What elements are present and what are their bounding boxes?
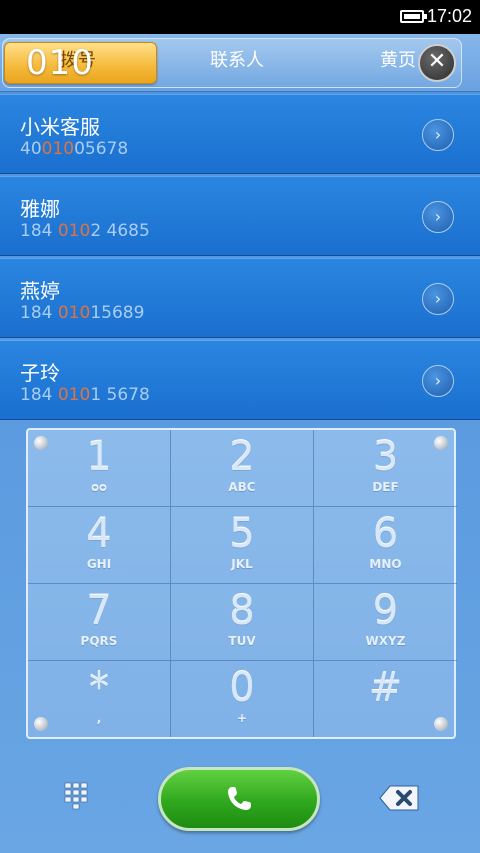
screw-decoration — [34, 717, 48, 731]
match-highlight: 010 — [57, 303, 91, 323]
dialpad-grid-icon — [64, 782, 88, 810]
key-5[interactable]: 5 JKL — [171, 507, 314, 584]
typed-number: 010 — [26, 43, 94, 83]
contact-name: 小米客服 — [20, 115, 100, 139]
tab-yellow-pages[interactable]: 黄页 — [380, 46, 416, 72]
screw-decoration — [434, 436, 448, 450]
dial-keypad: 1 ᴑᴑ 2 ABC 3 DEF 4 GHI 5 JKL 6 MNO 7 PQR… — [26, 428, 457, 739]
contact-row[interactable]: 燕婷 184 01015689 › — [0, 258, 480, 338]
match-highlight: 010 — [57, 385, 91, 405]
dialpad-toggle-button[interactable] — [62, 780, 94, 812]
key-0[interactable]: 0 + — [171, 661, 314, 737]
key-7[interactable]: 7 PQRS — [28, 584, 171, 661]
contact-number: 184 0101 5678 — [20, 385, 150, 405]
screw-decoration — [434, 717, 448, 731]
backspace-icon — [379, 785, 419, 811]
battery-icon — [400, 10, 427, 23]
contact-name: 雅娜 — [20, 197, 60, 221]
status-time: 17:02 — [426, 6, 472, 26]
clear-input-button[interactable]: ✕ — [418, 44, 456, 82]
backspace-button[interactable] — [378, 783, 422, 813]
key-9[interactable]: 9 WXYZ — [314, 584, 457, 661]
contact-row[interactable]: 雅娜 184 0102 4685 › — [0, 176, 480, 256]
chevron-right-icon[interactable]: › — [422, 365, 454, 397]
contact-row[interactable]: 小米客服 4001005678 › — [0, 94, 480, 174]
call-button[interactable] — [158, 767, 320, 831]
contact-number: 184 0102 4685 — [20, 221, 150, 241]
key-star[interactable]: * , — [28, 661, 171, 737]
tab-contacts[interactable]: 联系人 — [210, 46, 264, 72]
contact-number: 4001005678 — [20, 139, 129, 159]
match-highlight: 010 — [57, 221, 91, 241]
contact-list: 小米客服 4001005678 › 雅娜 184 0102 4685 › 燕婷 … — [0, 94, 480, 422]
chevron-right-icon[interactable]: › — [422, 119, 454, 151]
chevron-right-icon[interactable]: › — [422, 283, 454, 315]
key-2[interactable]: 2 ABC — [171, 430, 314, 507]
key-4[interactable]: 4 GHI — [28, 507, 171, 584]
match-highlight: 010 — [41, 139, 75, 159]
key-8[interactable]: 8 TUV — [171, 584, 314, 661]
contact-name: 子玲 — [20, 361, 60, 385]
key-1[interactable]: 1 ᴑᴑ — [28, 430, 171, 507]
phone-icon — [228, 787, 251, 810]
screw-decoration — [34, 436, 48, 450]
key-6[interactable]: 6 MNO — [314, 507, 457, 584]
contact-number: 184 01015689 — [20, 303, 145, 323]
contact-name: 燕婷 — [20, 279, 60, 303]
close-icon: ✕ — [427, 49, 447, 74]
chevron-right-icon[interactable]: › — [422, 201, 454, 233]
voicemail-icon: ᴑᴑ — [91, 480, 107, 494]
status-bar: 17:02 — [0, 0, 480, 34]
contact-row[interactable]: 子玲 184 0101 5678 › — [0, 340, 480, 420]
